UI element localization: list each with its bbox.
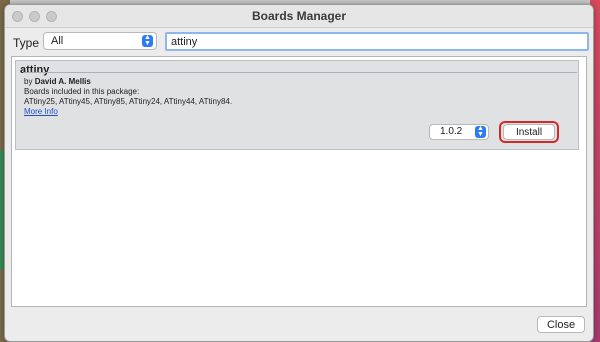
boards-included-label: Boards included in this package: [24, 87, 140, 96]
type-select[interactable]: All ▲ ▼ [43, 32, 157, 50]
version-value: 1.0.2 [440, 126, 463, 137]
select-stepper-icon: ▲ ▼ [475, 125, 486, 138]
window-title: Boards Manager [251, 9, 347, 23]
boards-list: ATtiny25, ATtiny45, ATtiny85, ATtiny24, … [24, 97, 233, 106]
search-input[interactable] [165, 32, 589, 51]
install-button[interactable]: Install [503, 124, 555, 140]
type-select-value: All [51, 35, 64, 47]
package-author: David A. Mellis [34, 77, 91, 86]
select-stepper-icon: ▲ ▼ [142, 34, 153, 47]
package-card[interactable]: attiny by David A. Mellis Boards include… [15, 60, 579, 150]
title-bar: Boards Manager [5, 5, 593, 28]
author-prefix: by [24, 77, 33, 86]
more-info-link[interactable]: More Info [24, 107, 58, 116]
boards-manager-window: Boards Manager Type All ▲▼ attiny by Dav… [4, 4, 594, 342]
card-divider [24, 72, 577, 73]
close-button[interactable]: Close [537, 316, 585, 333]
package-author-line: by David A. Mellis [24, 77, 91, 86]
version-select[interactable]: 1.0.2 ▲ ▼ [429, 124, 489, 140]
packages-list[interactable]: attiny by David A. Mellis Boards include… [11, 56, 587, 307]
package-name: attiny [20, 64, 50, 76]
type-label: Type [13, 36, 40, 50]
